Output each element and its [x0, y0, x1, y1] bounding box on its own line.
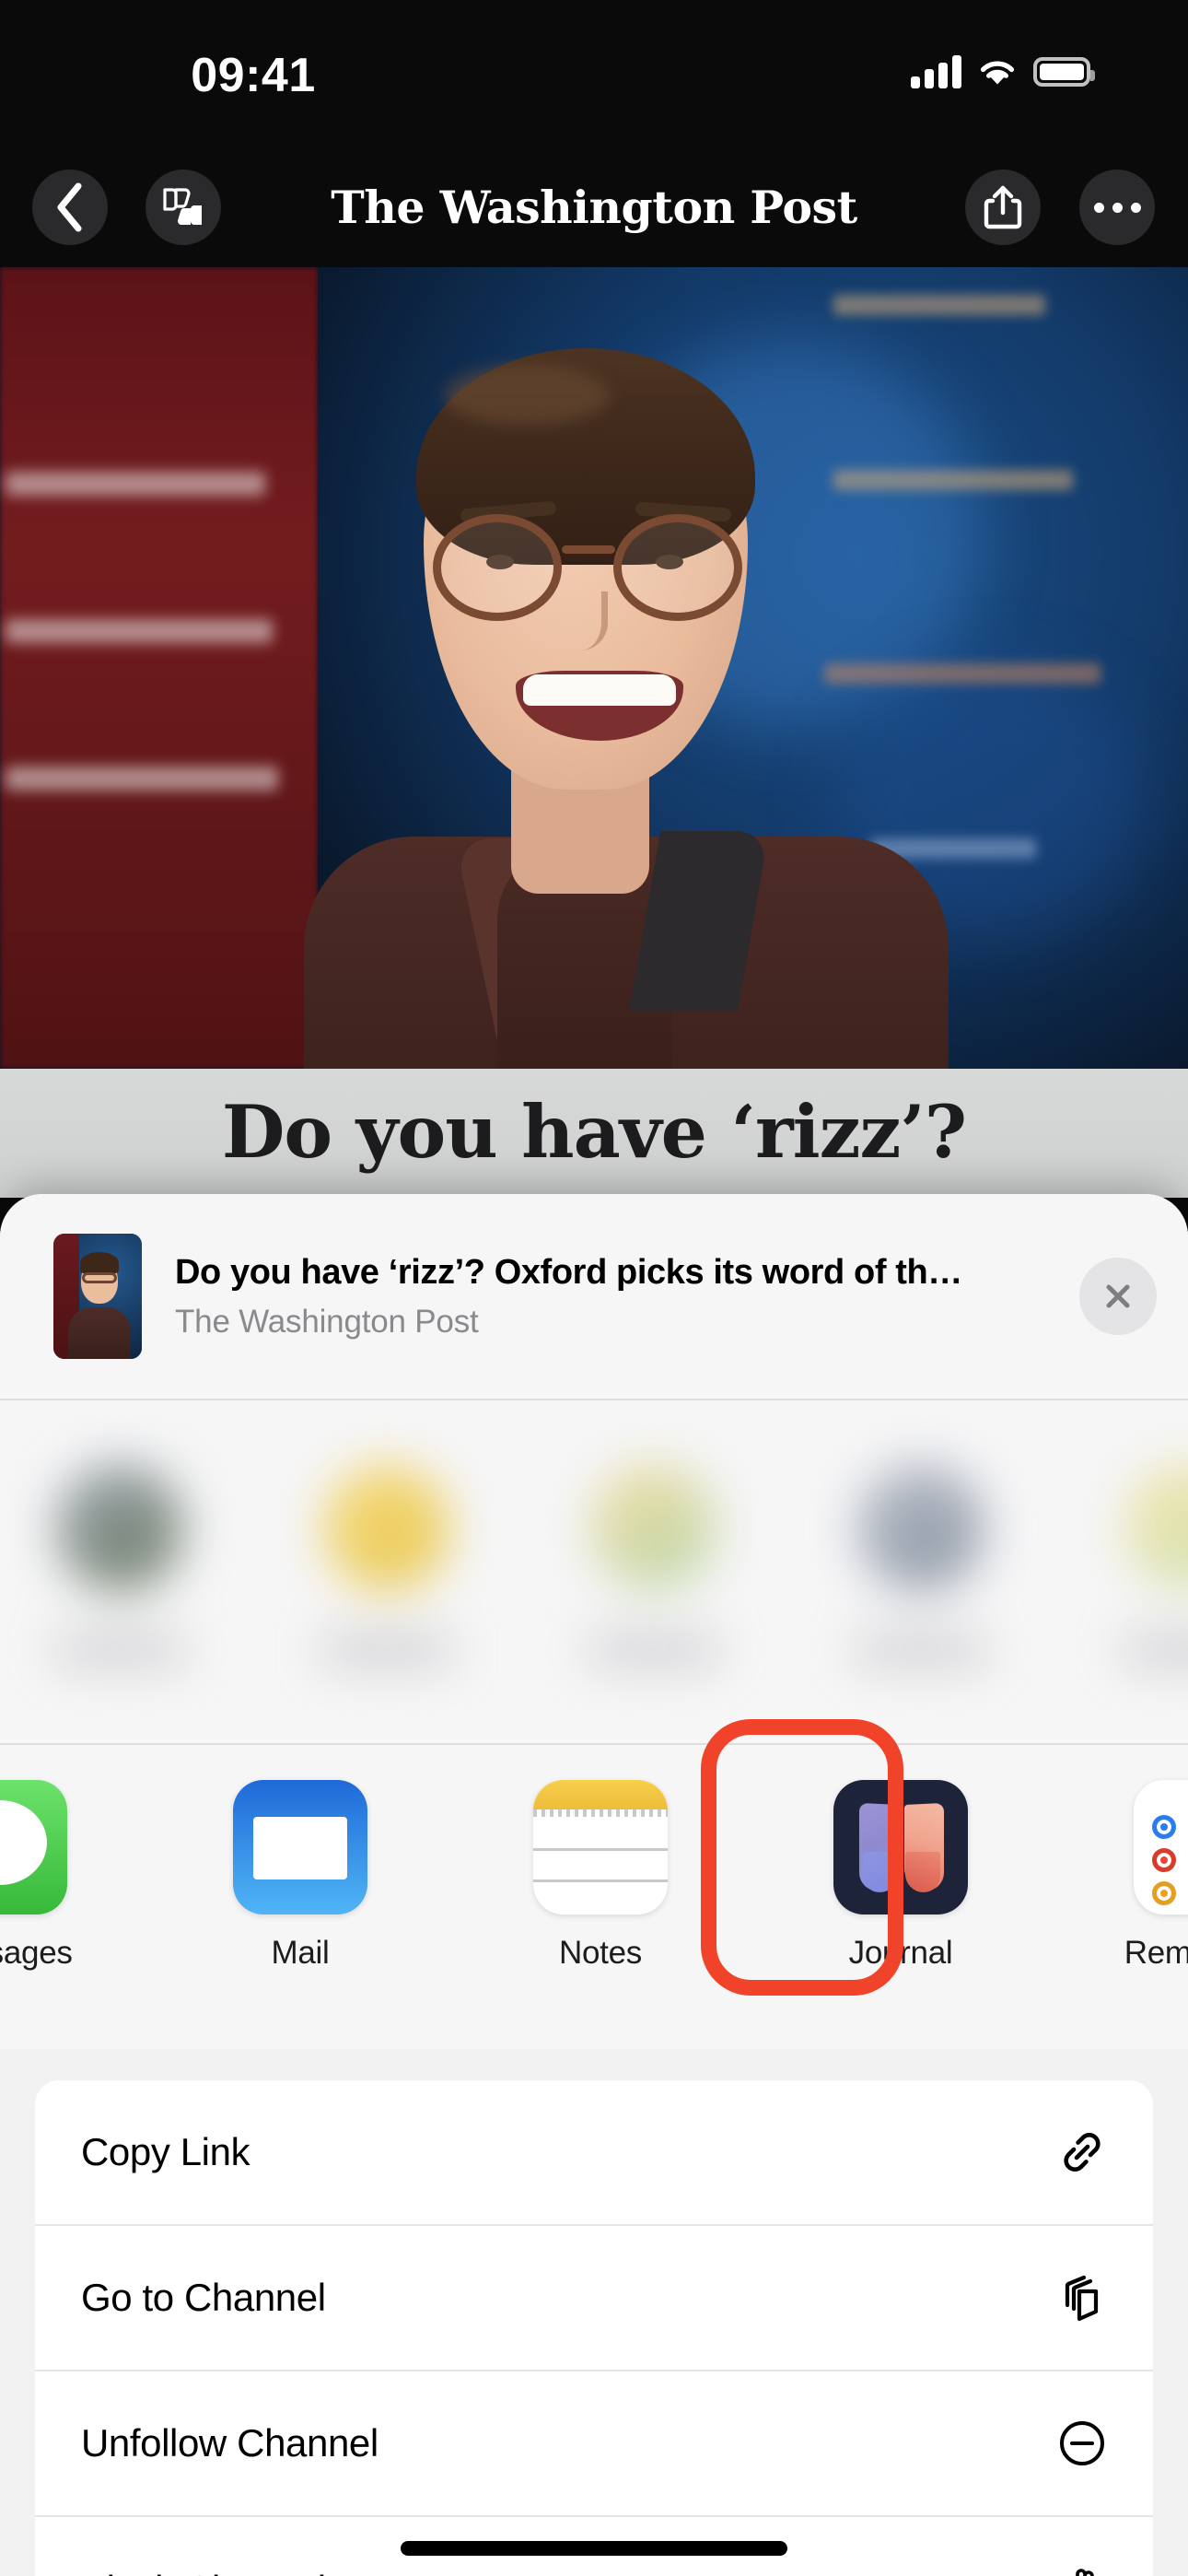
share-sheet: Do you have ‘rizz’? Oxford picks its wor…: [0, 1194, 1188, 2576]
minus-circle-icon: [1060, 2421, 1104, 2465]
share-preview-subtitle: The Washington Post: [175, 1303, 479, 1340]
action-label: Copy Link: [81, 2130, 250, 2173]
action-go-to-channel[interactable]: Go to Channel: [35, 2226, 1153, 2371]
suggested-contact[interactable]: [1105, 1450, 1188, 1688]
share-preview-title: Do you have ‘rizz’? Oxford picks its wor…: [175, 1252, 962, 1292]
share-actions-list: Copy Link Go to Channel Unfollow Channel: [35, 2080, 1153, 2576]
journal-icon: [833, 1780, 968, 1914]
share-app-label: Messages: [0, 1935, 73, 1971]
notes-icon: [533, 1780, 668, 1914]
share-icon: [984, 185, 1022, 229]
hero-image: [0, 267, 1188, 1069]
suggested-contact[interactable]: [838, 1450, 1004, 1688]
cellular-bars-icon: [911, 55, 961, 88]
share-app-journal[interactable]: Journal: [751, 1780, 1051, 1972]
share-app-reminders[interactable]: Reminders: [1051, 1780, 1188, 1972]
iphone-screen: 09:41 The Washington Post Do you have ‘r…: [0, 0, 1188, 2576]
ellipsis-icon: [1093, 202, 1141, 213]
share-app-label: Notes: [559, 1935, 642, 1971]
share-app-label: Journal: [848, 1935, 953, 1971]
action-copy-link[interactable]: Copy Link: [35, 2080, 1153, 2226]
action-unfollow-channel[interactable]: Unfollow Channel: [35, 2371, 1153, 2517]
link-icon: [1064, 2133, 1101, 2172]
battery-icon: [1033, 57, 1095, 87]
status-bar-indicators: [911, 55, 1095, 88]
wifi-icon: [980, 61, 1015, 85]
article-content: Do you have ‘rizz’?: [0, 267, 1188, 1198]
share-button[interactable]: [965, 170, 1041, 245]
share-app-messages[interactable]: Messages: [0, 1780, 150, 1972]
hero-person-photo: [0, 267, 1188, 1069]
close-icon: [1106, 1284, 1130, 1308]
share-preview-card[interactable]: Do you have ‘rizz’? Oxford picks its wor…: [0, 1194, 1188, 1399]
messages-icon: [0, 1780, 67, 1914]
share-preview-text: Do you have ‘rizz’? Oxford picks its wor…: [142, 1253, 1079, 1341]
share-app-label: Reminders: [1124, 1935, 1188, 1971]
action-label: Unfollow Channel: [81, 2421, 379, 2465]
headline-area: Do you have ‘rizz’?: [0, 1069, 1188, 1198]
navigation-bar: The Washington Post: [0, 147, 1188, 267]
close-button[interactable]: [1079, 1258, 1157, 1335]
article-thumbnail: [53, 1234, 142, 1359]
home-indicator: [401, 2541, 787, 2556]
suggested-contact[interactable]: [571, 1450, 737, 1688]
share-app-label: Mail: [271, 1935, 330, 1971]
channel-stack-icon: [1065, 2275, 1099, 2322]
more-options-button[interactable]: [1079, 170, 1155, 245]
hand-raised-icon: [1076, 2569, 1094, 2576]
share-apps-row[interactable]: Messages Mail Notes: [0, 1719, 1188, 2049]
status-bar-time: 09:41: [191, 49, 316, 102]
share-app-notes[interactable]: Notes: [450, 1780, 751, 1972]
suggested-contact[interactable]: [37, 1450, 203, 1688]
article-headline: Do you have ‘rizz’?: [221, 1089, 967, 1175]
share-app-mail[interactable]: Mail: [150, 1780, 450, 1972]
action-label: Block Channel: [81, 2568, 1054, 2576]
mail-icon: [233, 1780, 367, 1914]
reminders-icon: [1134, 1780, 1188, 1914]
suggested-contacts-row[interactable]: [0, 1400, 1188, 1743]
action-label: Go to Channel: [81, 2276, 326, 2319]
suggested-contact[interactable]: [304, 1450, 470, 1688]
status-bar: 09:41: [0, 0, 1188, 147]
